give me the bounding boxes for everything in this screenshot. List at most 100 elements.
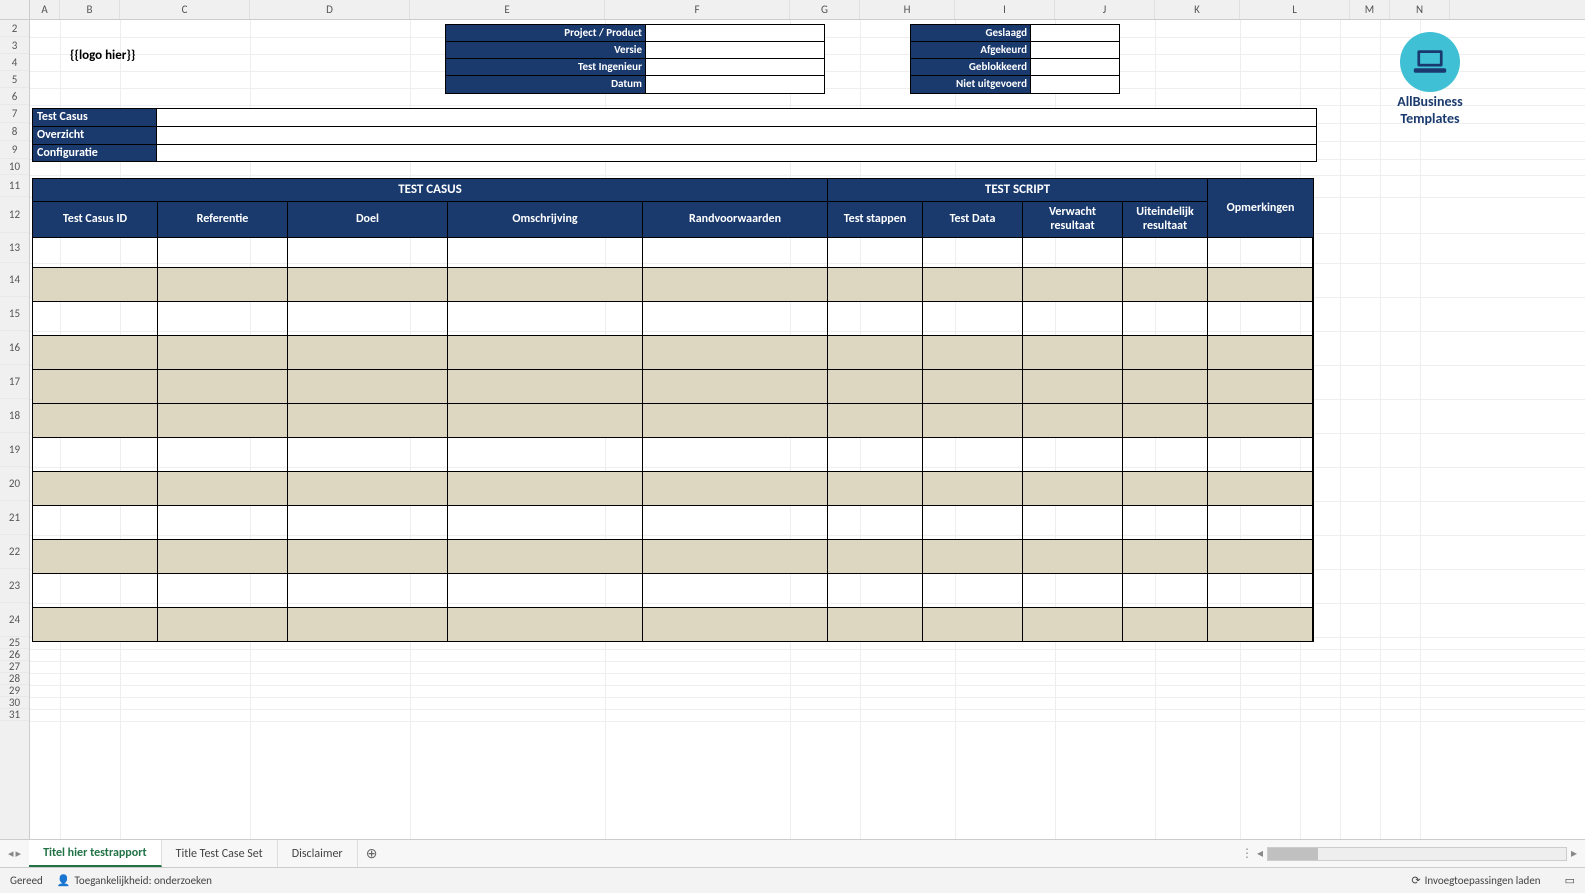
table-cell[interactable] xyxy=(158,471,288,505)
table-row[interactable] xyxy=(33,437,1313,471)
table-cell[interactable] xyxy=(448,607,643,641)
col-C[interactable]: C xyxy=(120,0,250,19)
table-cell[interactable] xyxy=(1208,573,1313,607)
table-cell[interactable] xyxy=(1023,437,1123,471)
table-cell[interactable] xyxy=(448,573,643,607)
meta-input[interactable] xyxy=(1031,42,1119,59)
table-row[interactable] xyxy=(33,607,1313,641)
table-cell[interactable] xyxy=(1208,437,1313,471)
table-row[interactable] xyxy=(33,505,1313,539)
table-cell[interactable] xyxy=(923,607,1023,641)
table-cell[interactable] xyxy=(288,403,448,437)
table-row[interactable] xyxy=(33,573,1313,607)
col-header[interactable]: Doel xyxy=(288,201,448,237)
table-cell[interactable] xyxy=(1123,237,1208,267)
table-cell[interactable] xyxy=(158,267,288,301)
table-cell[interactable] xyxy=(158,301,288,335)
table-cell[interactable] xyxy=(1208,237,1313,267)
row-number[interactable]: 7 xyxy=(0,105,29,123)
col-A[interactable]: A xyxy=(30,0,60,19)
add-sheet-button[interactable]: ⊕ xyxy=(358,840,386,867)
table-cell[interactable] xyxy=(288,437,448,471)
table-cell[interactable] xyxy=(288,301,448,335)
meta-input[interactable] xyxy=(1031,76,1119,93)
table-cell[interactable] xyxy=(158,403,288,437)
table-cell[interactable] xyxy=(448,301,643,335)
table-cell[interactable] xyxy=(158,237,288,267)
table-cell[interactable] xyxy=(923,505,1023,539)
table-cell[interactable] xyxy=(1023,539,1123,573)
row-number[interactable]: 18 xyxy=(0,399,29,433)
row-number[interactable]: 8 xyxy=(0,123,29,141)
table-cell[interactable] xyxy=(1208,267,1313,301)
table-cell[interactable] xyxy=(158,539,288,573)
table-cell[interactable] xyxy=(1208,607,1313,641)
table-cell[interactable] xyxy=(288,335,448,369)
col-H[interactable]: H xyxy=(860,0,955,19)
col-I[interactable]: I xyxy=(955,0,1055,19)
table-cell[interactable] xyxy=(923,237,1023,267)
col-E[interactable]: E xyxy=(410,0,605,19)
table-cell[interactable] xyxy=(828,437,923,471)
table-cell[interactable] xyxy=(1123,471,1208,505)
table-cell[interactable] xyxy=(33,607,158,641)
table-row[interactable] xyxy=(33,471,1313,505)
table-cell[interactable] xyxy=(448,471,643,505)
tab-next-icon[interactable]: ▸ xyxy=(16,847,22,860)
cell-grid[interactable]: {{logo hier}} Project / Product Versie T… xyxy=(30,20,1585,893)
table-cell[interactable] xyxy=(923,437,1023,471)
table-cell[interactable] xyxy=(643,403,828,437)
table-cell[interactable] xyxy=(1208,539,1313,573)
table-cell[interactable] xyxy=(828,237,923,267)
tab-nav[interactable]: ◂ ▸ xyxy=(0,847,29,860)
table-cell[interactable] xyxy=(1123,403,1208,437)
table-cell[interactable] xyxy=(448,237,643,267)
table-cell[interactable] xyxy=(1208,369,1313,403)
column-headers[interactable]: A B C D E F G H I J K L M N xyxy=(0,0,1585,20)
table-cell[interactable] xyxy=(158,369,288,403)
table-cell[interactable] xyxy=(1023,301,1123,335)
table-cell[interactable] xyxy=(643,573,828,607)
table-cell[interactable] xyxy=(643,335,828,369)
row-number[interactable]: 16 xyxy=(0,331,29,365)
row-number[interactable]: 17 xyxy=(0,365,29,399)
table-cell[interactable] xyxy=(828,573,923,607)
table-cell[interactable] xyxy=(828,607,923,641)
sheet-tab[interactable]: Titel hier testrapport xyxy=(29,840,162,867)
row-number[interactable]: 21 xyxy=(0,501,29,535)
row-number[interactable]: 10 xyxy=(0,159,29,175)
table-cell[interactable] xyxy=(828,505,923,539)
table-cell[interactable] xyxy=(1123,573,1208,607)
table-cell[interactable] xyxy=(828,539,923,573)
meta-input[interactable] xyxy=(646,59,824,76)
accessibility-status[interactable]: 👤 Toegankelijkheid: onderzoeken xyxy=(57,874,212,887)
row-number[interactable]: 19 xyxy=(0,433,29,467)
table-cell[interactable] xyxy=(643,505,828,539)
table-row[interactable] xyxy=(33,267,1313,301)
table-cell[interactable] xyxy=(643,267,828,301)
table-row[interactable] xyxy=(33,335,1313,369)
row-number[interactable]: 13 xyxy=(0,233,29,263)
row-number[interactable]: 6 xyxy=(0,88,29,105)
meta-input[interactable] xyxy=(646,42,824,59)
table-cell[interactable] xyxy=(448,335,643,369)
table-cell[interactable] xyxy=(33,403,158,437)
col-header[interactable]: Omschrijving xyxy=(448,201,643,237)
row-number[interactable]: 5 xyxy=(0,71,29,88)
table-cell[interactable] xyxy=(448,403,643,437)
col-J[interactable]: J xyxy=(1055,0,1155,19)
table-cell[interactable] xyxy=(1023,607,1123,641)
table-cell[interactable] xyxy=(1123,267,1208,301)
table-cell[interactable] xyxy=(158,437,288,471)
table-cell[interactable] xyxy=(643,237,828,267)
table-cell[interactable] xyxy=(923,471,1023,505)
scroll-right-icon[interactable]: ▸ xyxy=(1571,846,1577,861)
row-number[interactable]: 23 xyxy=(0,569,29,603)
table-row[interactable] xyxy=(33,301,1313,335)
row-number[interactable]: 4 xyxy=(0,54,29,71)
table-cell[interactable] xyxy=(828,471,923,505)
table-cell[interactable] xyxy=(288,539,448,573)
meta-input[interactable] xyxy=(646,25,824,42)
scroll-left-icon[interactable]: ◂ xyxy=(1257,846,1263,861)
table-cell[interactable] xyxy=(923,267,1023,301)
